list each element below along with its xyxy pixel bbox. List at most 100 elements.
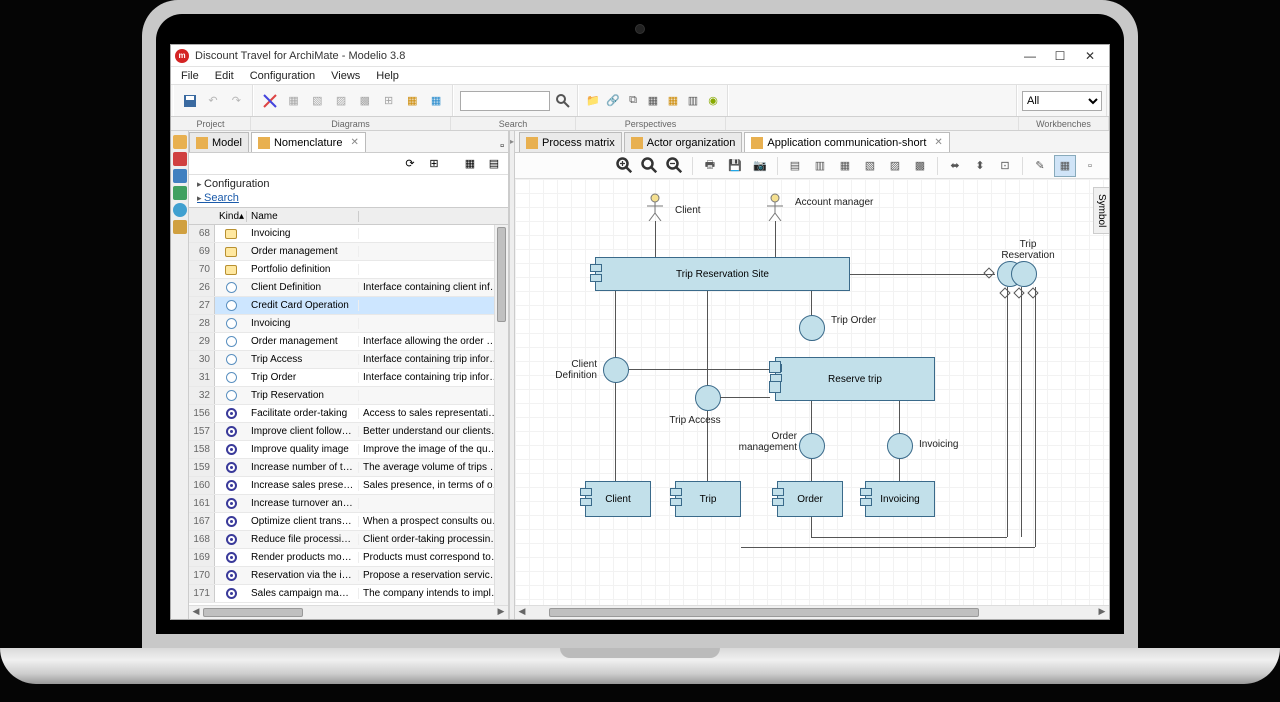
fit-icon[interactable]: ⊡ [994,155,1016,177]
table-row[interactable]: 26Client DefinitionInterface containing … [189,279,508,297]
menu-file[interactable]: File [173,70,207,82]
tool-settings-icon[interactable] [259,90,281,112]
zoom-in-icon[interactable] [614,155,636,177]
table-row[interactable]: 31Trip OrderInterface containing trip in… [189,369,508,387]
diagram-canvas[interactable]: Symbol Client Account manager [515,179,1109,605]
layers-icon[interactable]: ▫ [1079,155,1101,177]
maximize-button[interactable]: ☐ [1045,45,1075,67]
node-trip-order[interactable] [799,315,825,341]
col-kind[interactable]: Kind▴ [215,211,247,222]
filter-icon[interactable]: ⊞ [424,155,444,173]
col-name[interactable]: Name [247,211,359,222]
table-row[interactable]: 70Portfolio definition [189,261,508,279]
table-row[interactable]: 161Increase turnover and pro... [189,495,508,513]
table-row[interactable]: 27Credit Card Operation [189,297,508,315]
close-button[interactable]: ✕ [1075,45,1105,67]
node-trip-reservation-site[interactable]: Trip Reservation Site [595,257,850,291]
grid-toggle-icon[interactable]: ✎ [1029,155,1051,177]
node-client-definition[interactable] [603,357,629,383]
save-icon[interactable] [179,90,200,112]
workbench-select[interactable]: All [1022,91,1102,111]
diagram-icon-7[interactable]: ▦ [425,90,447,112]
menu-configuration[interactable]: Configuration [242,70,323,82]
dist-h-icon[interactable]: ⬌ [944,155,966,177]
tab-app-communication[interactable]: Application communication-short ✕ [744,132,949,152]
snap-grid-icon[interactable]: ▦ [1054,155,1076,177]
component-icon[interactable]: ◉ [704,90,722,112]
comp-order[interactable]: Order [777,481,843,517]
search-icon[interactable] [553,90,572,112]
table-row[interactable]: 160Increase sales presenceSales presence… [189,477,508,495]
vertical-scrollbar[interactable] [494,225,508,605]
horizontal-scrollbar-right[interactable]: ◀▶ [515,605,1109,619]
undo-icon[interactable]: ↶ [202,90,223,112]
comp-invoicing[interactable]: Invoicing [865,481,935,517]
table-row[interactable]: 159Increase number of trips r...The aver… [189,459,508,477]
grid-icon-3[interactable]: ▥ [684,90,702,112]
grid-icon-2[interactable]: ▦ [664,90,682,112]
node-order-mgmt[interactable] [799,433,825,459]
table-row[interactable]: 156Facilitate order-takingAccess to sale… [189,405,508,423]
table-row[interactable]: 69Order management [189,243,508,261]
palette-tab-symbol[interactable]: Symbol [1093,187,1109,234]
diagram-icon-4[interactable]: ▩ [354,90,376,112]
diagram-icon-1[interactable]: ▦ [283,90,305,112]
menu-help[interactable]: Help [368,70,407,82]
gutter-icon-2[interactable] [173,152,187,166]
table-row[interactable]: 32Trip Reservation [189,387,508,405]
align-middle-icon[interactable]: ▨ [884,155,906,177]
diagram-icon-3[interactable]: ▨ [330,90,352,112]
redo-icon[interactable]: ↷ [226,90,247,112]
table-row[interactable]: 68Invoicing [189,225,508,243]
link-icon-1[interactable]: 🔗 [604,90,622,112]
table-row[interactable]: 169Render products more att...Products m… [189,549,508,567]
tab-actor-organization[interactable]: Actor organization [624,132,743,152]
panel-menu-icon[interactable]: ▫ [496,140,508,152]
view-grid-icon[interactable]: ▦ [460,155,480,173]
search-input[interactable] [460,91,550,111]
table-row[interactable]: 171Sales campaign manage...The company i… [189,585,508,603]
tab-nomenclature[interactable]: Nomenclature ✕ [251,132,366,152]
folder-icon[interactable]: 📁 [584,90,602,112]
horizontal-scrollbar-left[interactable]: ◀▶ [189,605,508,619]
tree-node-search[interactable]: Search [197,191,500,205]
table-row[interactable]: 28Invoicing [189,315,508,333]
menu-edit[interactable]: Edit [207,70,242,82]
comp-trip[interactable]: Trip [675,481,741,517]
print-icon[interactable]: 🖶 [699,155,721,177]
gutter-icon-4[interactable] [173,186,187,200]
table-row[interactable]: 168Reduce file processing ti...Client or… [189,531,508,549]
gutter-icon-1[interactable] [173,135,187,149]
align-bottom-icon[interactable]: ▩ [909,155,931,177]
align-left-icon[interactable]: ▤ [784,155,806,177]
diagram-icon-6[interactable]: ▦ [402,90,424,112]
comp-client[interactable]: Client [585,481,651,517]
grid-icon[interactable]: ▦ [644,90,662,112]
node-trip-access[interactable] [695,385,721,411]
save-diagram-icon[interactable]: 💾 [724,155,746,177]
zoom-reset-icon[interactable] [639,155,661,177]
link-icon-2[interactable]: ⧉ [624,90,642,112]
table-row[interactable]: 158Improve quality imageImprove the imag… [189,441,508,459]
table-row[interactable]: 170Reservation via the internetPropose a… [189,567,508,585]
zoom-out-icon[interactable] [664,155,686,177]
node-invoicing[interactable] [887,433,913,459]
align-top-icon[interactable]: ▧ [859,155,881,177]
align-right-icon[interactable]: ▦ [834,155,856,177]
table-row[interactable]: 29Order managementInterface allowing the… [189,333,508,351]
diagram-icon-5[interactable]: ⊞ [378,90,400,112]
table-row[interactable]: 167Optimize client transform...When a pr… [189,513,508,531]
view-list-icon[interactable]: ▤ [484,155,504,173]
table-row[interactable]: 157Improve client follow-upBetter unders… [189,423,508,441]
tab-model[interactable]: Model [189,132,249,152]
align-center-icon[interactable]: ▥ [809,155,831,177]
snapshot-icon[interactable]: 📷 [749,155,771,177]
tab-process-matrix[interactable]: Process matrix [519,132,622,152]
node-trip-reservation-2[interactable] [1011,261,1037,287]
dist-v-icon[interactable]: ⬍ [969,155,991,177]
refresh-icon[interactable]: ⟳ [400,155,420,173]
menu-views[interactable]: Views [323,70,368,82]
close-icon[interactable]: ✕ [350,137,358,148]
minimize-button[interactable]: — [1015,45,1045,67]
gutter-icon-6[interactable] [173,220,187,234]
